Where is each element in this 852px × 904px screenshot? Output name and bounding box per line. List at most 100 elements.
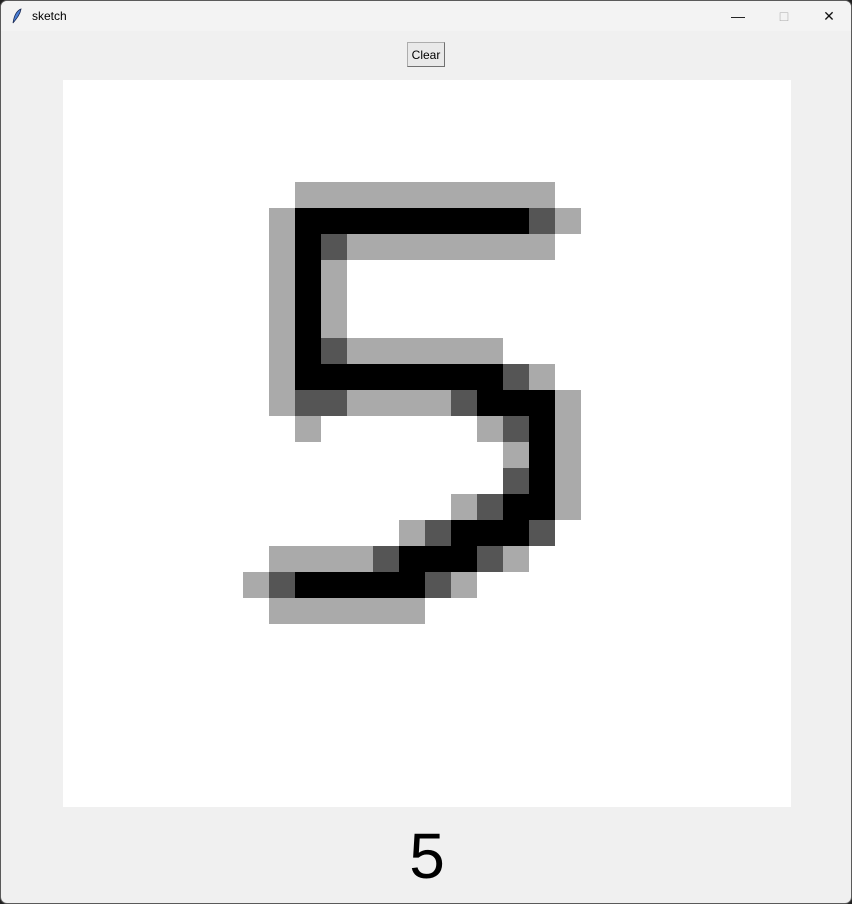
pixel-cell [269,312,295,338]
pixel-cell [451,546,477,572]
pixel-cell [269,598,295,624]
pixel-cell [477,520,503,546]
pixel-cell [555,468,581,494]
pixel-cell [425,234,451,260]
pixel-cell [451,338,477,364]
window-title: sketch [32,9,67,23]
pixel-cell [503,182,529,208]
pixel-cell [321,598,347,624]
pixel-cell [373,364,399,390]
pixel-cell [321,312,347,338]
pixel-cell [399,390,425,416]
pixel-cell [373,572,399,598]
pixel-cell [295,390,321,416]
pixel-cell [373,390,399,416]
pixel-cell [425,546,451,572]
pixel-cell [529,468,555,494]
pixel-cell [321,546,347,572]
pixel-cell [347,598,373,624]
maximize-button[interactable]: □ [761,1,807,31]
pixel-cell [269,338,295,364]
pixel-cell [503,520,529,546]
pixel-cell [399,234,425,260]
drawing-canvas[interactable] [63,80,791,807]
pixel-cell [399,182,425,208]
pixel-cell [451,182,477,208]
pixel-cell [347,208,373,234]
pixel-cell [373,598,399,624]
pixel-cell [321,260,347,286]
pixel-cell [425,338,451,364]
pixel-cell [347,234,373,260]
pixel-cell [269,390,295,416]
pixel-cell [295,208,321,234]
pixel-cell [503,546,529,572]
pixel-cell [555,442,581,468]
pixel-cell [373,546,399,572]
pixel-cell [295,286,321,312]
pixel-cell [373,182,399,208]
pixel-cell [399,520,425,546]
pixel-cell [295,260,321,286]
pixel-cell [529,390,555,416]
pixel-cell [295,416,321,442]
pixel-cell [347,546,373,572]
pixel-cell [477,338,503,364]
pixel-cell [529,234,555,260]
pixel-cell [529,494,555,520]
pixel-cell [477,364,503,390]
pixel-cell [321,338,347,364]
pixel-cell [399,208,425,234]
clear-button[interactable]: Clear [407,42,445,67]
pixel-cell [321,572,347,598]
pixel-cell [529,416,555,442]
feather-icon [12,8,22,24]
pixel-cell [451,390,477,416]
pixel-cell [321,286,347,312]
title-bar: sketch — □ ✕ [1,1,851,31]
pixel-cell [321,390,347,416]
pixel-cell [399,572,425,598]
pixel-cell [529,442,555,468]
pixel-cell [269,208,295,234]
pixel-cell [503,442,529,468]
minimize-icon: — [731,8,745,24]
pixel-cell [347,390,373,416]
app-window: sketch — □ ✕ Clear 5 [0,0,852,904]
pixel-cell [347,364,373,390]
pixel-cell [269,234,295,260]
pixel-cell [373,208,399,234]
pixel-cell [477,494,503,520]
pixel-cell [295,182,321,208]
pixel-cell [503,208,529,234]
pixel-cell [503,468,529,494]
pixel-cell [269,260,295,286]
pixel-cell [451,234,477,260]
close-button[interactable]: ✕ [806,1,851,31]
pixel-cell [295,234,321,260]
pixel-cell [269,286,295,312]
pixel-cell [321,182,347,208]
pixel-cell [451,208,477,234]
pixel-cell [347,572,373,598]
pixel-cell [295,546,321,572]
pixel-cell [269,572,295,598]
close-icon: ✕ [823,7,835,24]
pixel-cell [477,182,503,208]
pixel-cell [347,182,373,208]
pixel-cell [399,364,425,390]
minimize-button[interactable]: — [715,1,761,31]
pixel-cell [529,364,555,390]
pixel-cell [295,312,321,338]
pixel-cell [451,364,477,390]
pixel-cell [295,598,321,624]
pixel-cell [503,364,529,390]
pixel-cell [529,182,555,208]
pixel-cell [555,390,581,416]
pixel-cell [321,364,347,390]
pixel-cell [321,234,347,260]
pixel-cell [555,416,581,442]
pixel-cell [503,494,529,520]
pixel-cell [399,338,425,364]
pixel-cell [503,416,529,442]
